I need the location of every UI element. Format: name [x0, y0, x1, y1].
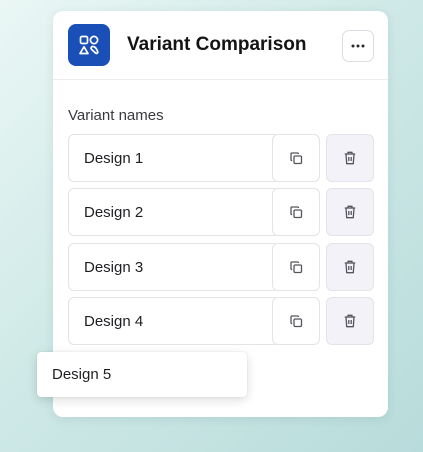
duplicate-variant-button[interactable] — [272, 297, 320, 345]
panel-header: Variant Comparison — [53, 11, 388, 80]
variant-name-input[interactable]: Design 3 — [68, 243, 280, 291]
variant-row: Design 4 — [68, 297, 374, 345]
duplicate-variant-button[interactable] — [272, 188, 320, 236]
variant-row: Design 1 — [68, 134, 374, 182]
dragging-variant-item[interactable]: Design 5 — [37, 352, 247, 397]
copy-icon — [289, 314, 302, 327]
variant-row: Design 2 — [68, 188, 374, 236]
duplicate-variant-button[interactable] — [272, 134, 320, 182]
trash-icon — [344, 314, 356, 328]
panel-title: Variant Comparison — [127, 34, 307, 55]
duplicate-variant-button[interactable] — [272, 243, 320, 291]
variant-row: Design 3 — [68, 243, 374, 291]
delete-variant-button[interactable] — [326, 297, 374, 345]
shapes-icon — [68, 24, 110, 66]
delete-variant-button[interactable] — [326, 188, 374, 236]
delete-variant-button[interactable] — [326, 134, 374, 182]
more-horizontal-icon — [351, 44, 365, 48]
variant-names-label: Variant names — [68, 107, 164, 124]
variant-name-input[interactable]: Design 2 — [68, 188, 280, 236]
trash-icon — [344, 205, 356, 219]
copy-icon — [289, 260, 302, 273]
copy-icon — [289, 205, 302, 218]
trash-icon — [344, 260, 356, 274]
variant-name-input[interactable]: Design 1 — [68, 134, 280, 182]
delete-variant-button[interactable] — [326, 243, 374, 291]
variant-name-input[interactable]: Design 4 — [68, 297, 280, 345]
more-options-button[interactable] — [342, 30, 374, 62]
copy-icon — [289, 151, 302, 164]
trash-icon — [344, 151, 356, 165]
